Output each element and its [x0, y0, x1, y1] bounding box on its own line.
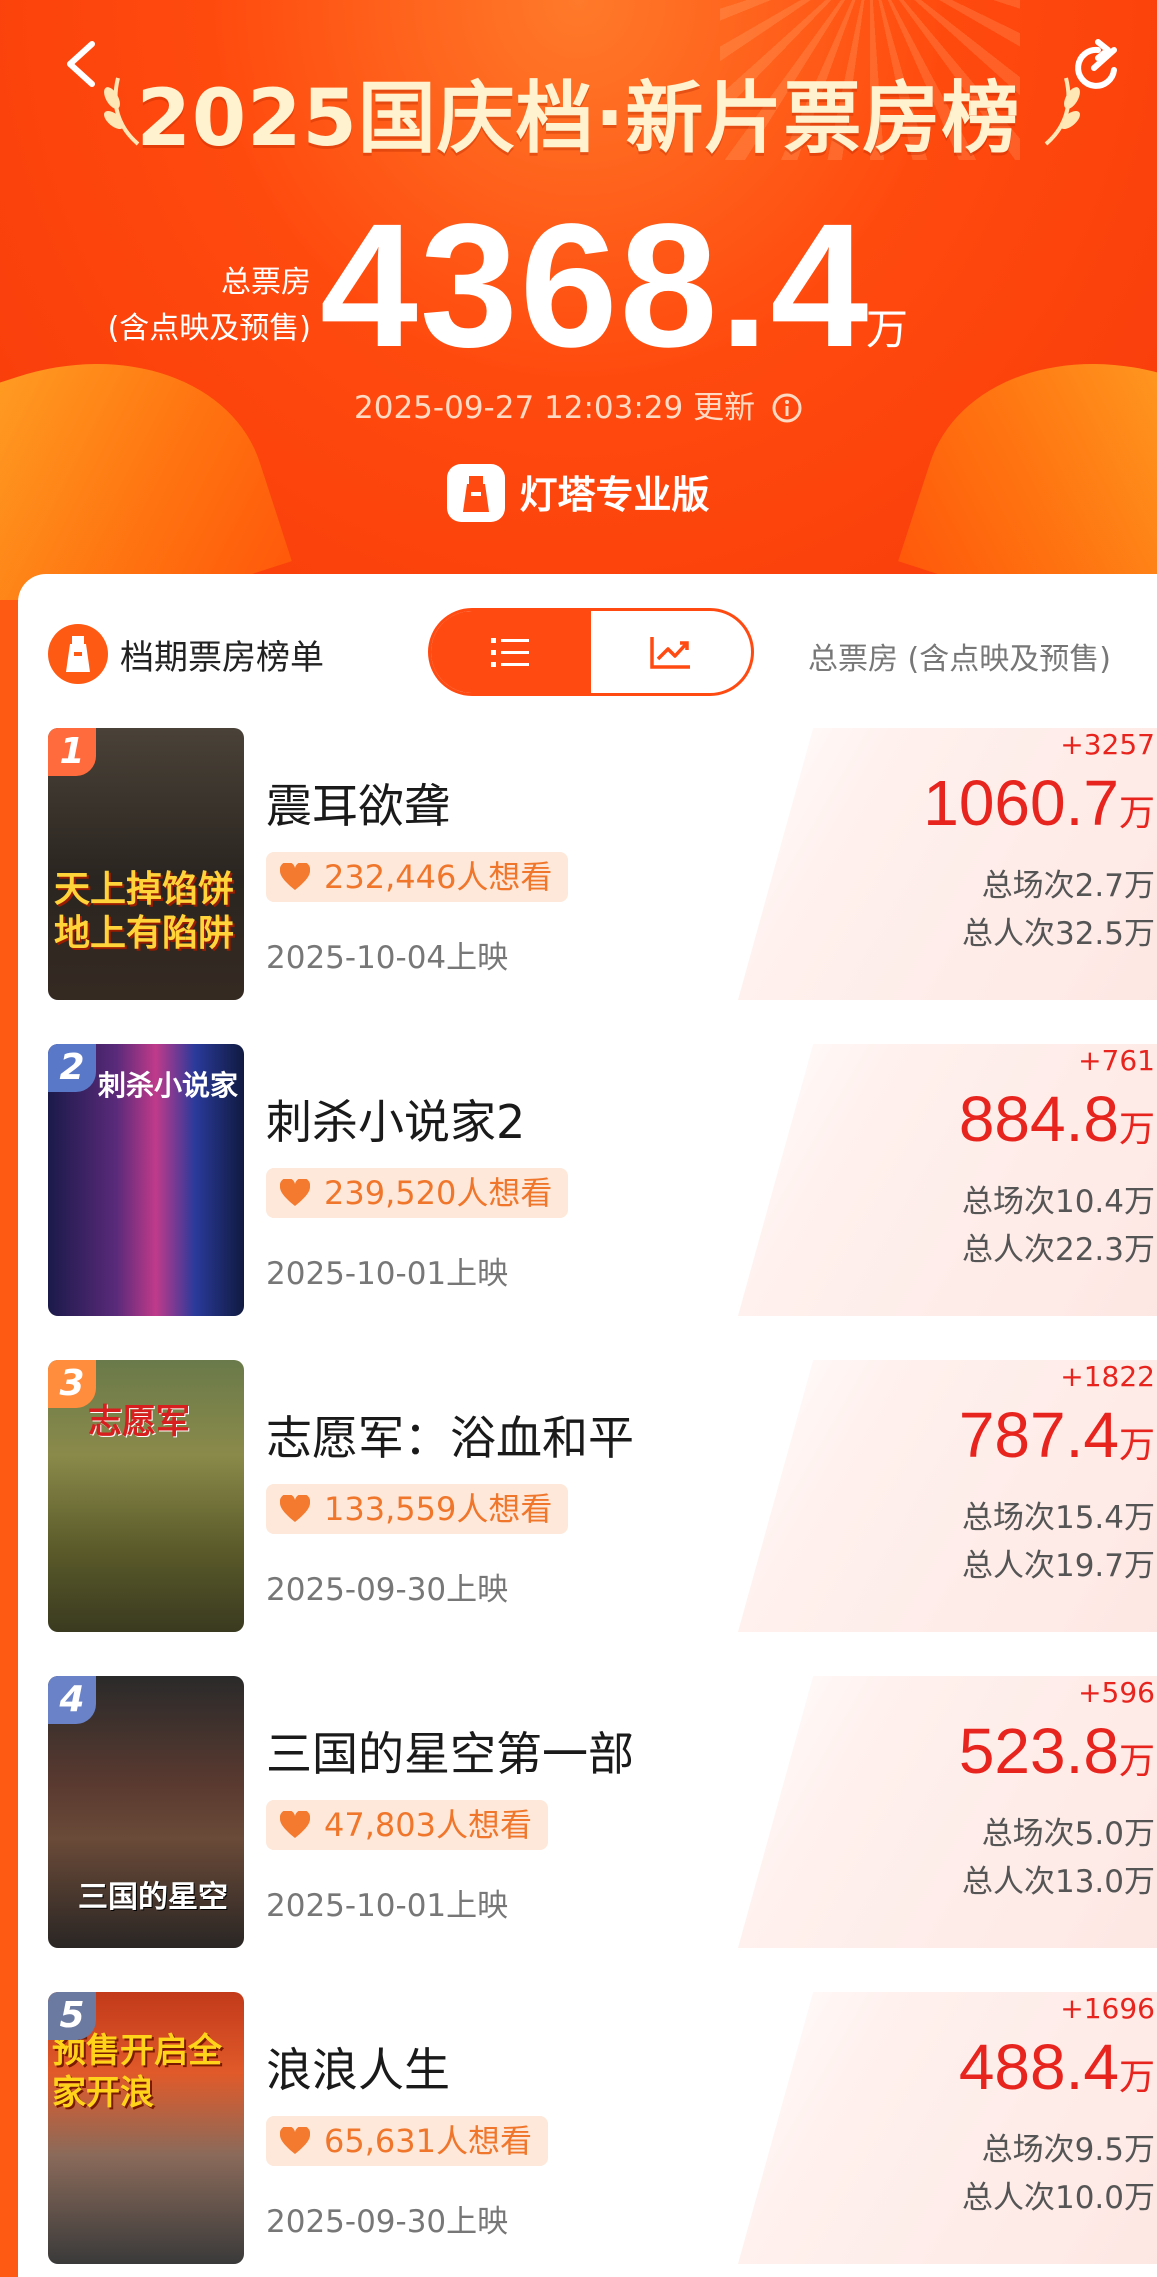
total-viewers: 总人次22.3万 [961, 1232, 1155, 1268]
box-office-gross: 523.8万 [958, 1715, 1155, 1787]
movie-title[interactable]: 刺杀小说家2 [266, 1086, 525, 1152]
rank-badge: 2 [48, 1044, 96, 1092]
movie-row[interactable]: 预售开启全家开浪 5 浪浪人生 65,631人想看 2025-09-30上映 +… [48, 1992, 1157, 2264]
release-date: 2025-09-30上映 [266, 1572, 509, 1608]
total-shows: 总场次9.5万 [981, 2132, 1155, 2168]
total-shows: 总场次10.4万 [961, 1184, 1155, 1220]
total-viewers: 总人次10.0万 [961, 2180, 1155, 2216]
ribbon-decoration-right [898, 313, 1157, 600]
total-viewers: 总人次32.5万 [961, 916, 1155, 952]
rank-badge: 3 [48, 1360, 96, 1408]
lighthouse-icon [48, 624, 108, 684]
movie-title[interactable]: 志愿军：浴血和平 [266, 1402, 634, 1468]
column-header-total: 总票房 (含点映及预售) [808, 642, 1111, 677]
total-box-office-label: 总票房 (含点映及预售) [107, 265, 311, 346]
total-viewers: 总人次19.7万 [961, 1548, 1155, 1584]
movie-poster[interactable]: 三国的星空 4 [48, 1676, 244, 1948]
release-date: 2025-10-04上映 [266, 940, 509, 976]
want-to-watch-badge: 133,559人想看 [266, 1484, 569, 1534]
release-date: 2025-09-30上映 [266, 2204, 509, 2240]
rank-badge: 1 [48, 728, 96, 776]
trend-chart-icon [650, 637, 690, 669]
brand-logo-row: 灯塔专业版 [0, 464, 1157, 522]
rank-badge: 5 [48, 1992, 96, 2040]
movie-poster[interactable]: 预售开启全家开浪 5 [48, 1992, 244, 2264]
realtime-delta: +596 [1078, 1676, 1155, 1709]
want-to-watch-badge: 232,446人想看 [266, 852, 569, 902]
release-date: 2025-10-01上映 [266, 1256, 509, 1292]
total-shows: 总场次15.4万 [961, 1500, 1155, 1536]
ranking-panel: 档期票房榜单 总票房 (含点映及预售) 天上掉馅饼地上有陷阱 1 震耳欲聋 23… [18, 574, 1157, 2277]
movie-row[interactable]: 三国的星空 4 三国的星空第一部 47,803人想看 2025-10-01上映 … [48, 1676, 1157, 1948]
box-office-gross: 488.4万 [958, 2031, 1155, 2103]
total-shows: 总场次5.0万 [981, 1816, 1155, 1852]
movie-title[interactable]: 浪浪人生 [266, 2034, 450, 2100]
box-office-gross: 787.4万 [958, 1399, 1155, 1471]
movie-poster[interactable]: 天上掉馅饼地上有陷阱 1 [48, 728, 244, 1000]
heart-icon [280, 1495, 310, 1522]
heart-icon [280, 2127, 310, 2154]
page-title: 2025国庆档·新片票房榜 [136, 74, 1021, 164]
movie-row[interactable]: 志愿军 3 志愿军：浴血和平 133,559人想看 2025-09-30上映 +… [48, 1360, 1157, 1632]
movie-title[interactable]: 震耳欲聋 [266, 770, 450, 836]
rank-badge: 4 [48, 1676, 96, 1724]
movie-poster[interactable]: 刺杀小说家 2 [48, 1044, 244, 1316]
list-icon [491, 638, 529, 667]
list-view-tab[interactable] [431, 611, 591, 693]
total-box-office-value: 4368.4 [320, 188, 871, 384]
want-to-watch-badge: 65,631人想看 [266, 2116, 548, 2166]
total-shows: 总场次2.7万 [981, 868, 1155, 904]
movie-row[interactable]: 天上掉馅饼地上有陷阱 1 震耳欲聋 232,446人想看 2025-10-04上… [48, 728, 1157, 1000]
total-box-office-unit: 万 [866, 305, 909, 354]
want-to-watch-badge: 239,520人想看 [266, 1168, 569, 1218]
realtime-delta: +1822 [1060, 1360, 1155, 1393]
realtime-delta: +1696 [1060, 1992, 1155, 2025]
box-office-gross: 1060.7万 [923, 767, 1155, 839]
heart-icon [280, 1179, 310, 1206]
realtime-delta: +761 [1078, 1044, 1155, 1077]
info-icon[interactable] [771, 392, 803, 424]
box-office-gross: 884.8万 [958, 1083, 1155, 1155]
total-viewers: 总人次13.0万 [961, 1864, 1155, 1900]
laurel-right-icon [1044, 77, 1080, 146]
chart-view-tab[interactable] [591, 611, 751, 693]
release-date: 2025-10-01上映 [266, 1888, 509, 1924]
movie-title[interactable]: 三国的星空第一部 [266, 1718, 634, 1784]
realtime-delta: +3257 [1060, 728, 1155, 761]
lighthouse-logo-icon [447, 464, 506, 522]
movie-poster[interactable]: 志愿军 3 [48, 1360, 244, 1632]
heart-icon [280, 863, 310, 890]
view-toggle[interactable] [428, 608, 754, 696]
ribbon-decoration-left [0, 313, 292, 600]
movie-row[interactable]: 刺杀小说家 2 刺杀小说家2 239,520人想看 2025-10-01上映 +… [48, 1044, 1157, 1316]
want-to-watch-badge: 47,803人想看 [266, 1800, 548, 1850]
header-banner: 2025国庆档·新片票房榜 总票房 (含点映及预售) 4368.4 万 2025… [0, 0, 1157, 600]
update-time: 2025-09-27 12:03:29 更新 [0, 382, 1157, 427]
panel-title: 档期票房榜单 [120, 638, 324, 678]
heart-icon [280, 1811, 310, 1838]
